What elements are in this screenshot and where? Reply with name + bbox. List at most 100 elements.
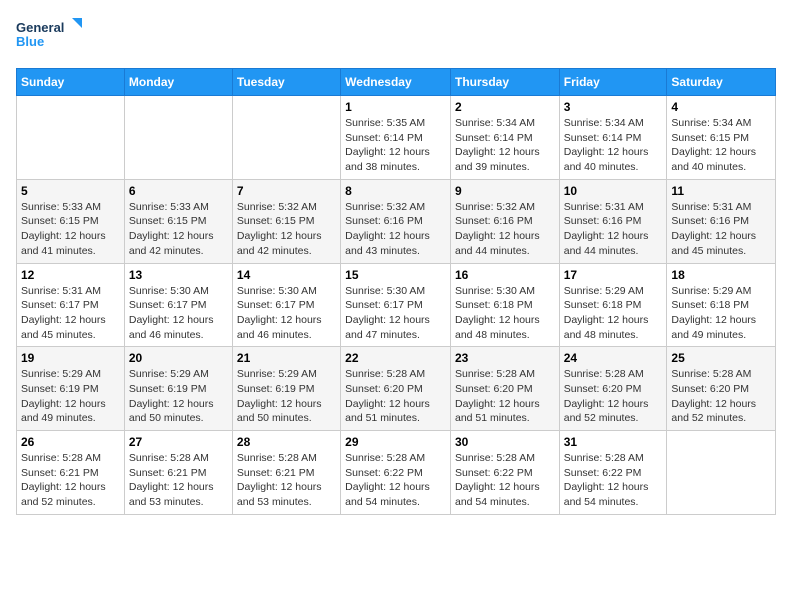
day-number: 18	[671, 268, 771, 282]
calendar-cell: 10 Sunrise: 5:31 AM Sunset: 6:16 PM Dayli…	[559, 179, 667, 263]
calendar-cell: 18 Sunrise: 5:29 AM Sunset: 6:18 PM Dayli…	[667, 263, 776, 347]
day-number: 15	[345, 268, 446, 282]
weekday-header-tuesday: Tuesday	[232, 69, 340, 96]
day-number: 1	[345, 100, 446, 114]
calendar-cell: 23 Sunrise: 5:28 AM Sunset: 6:20 PM Dayli…	[450, 347, 559, 431]
day-number: 21	[237, 351, 336, 365]
day-info: Sunrise: 5:29 AM Sunset: 6:19 PM Dayligh…	[129, 367, 228, 426]
day-number: 13	[129, 268, 228, 282]
calendar-cell: 22Sunrise: 5:28 AM Sunset: 6:20 PM Dayli…	[341, 347, 451, 431]
day-info: Sunrise: 5:28 AM Sunset: 6:20 PM Dayligh…	[564, 367, 663, 426]
day-number: 5	[21, 184, 120, 198]
day-number: 17	[564, 268, 663, 282]
day-number: 3	[564, 100, 663, 114]
day-number: 26	[21, 435, 120, 449]
weekday-header-sunday: Sunday	[17, 69, 125, 96]
calendar-cell	[124, 96, 232, 180]
day-number: 22	[345, 351, 446, 365]
calendar-cell: 29 Sunrise: 5:28 AM Sunset: 6:22 PM Dayli…	[341, 431, 451, 515]
weekday-header-row: SundayMondayTuesdayWednesdayThursdayFrid…	[17, 69, 776, 96]
day-info: Sunrise: 5:34 AM Sunset: 6:14 PM Dayligh…	[564, 116, 663, 175]
calendar-cell: 9Sunrise: 5:32 AM Sunset: 6:16 PM Daylig…	[450, 179, 559, 263]
day-number: 29	[345, 435, 446, 449]
calendar-cell: 5 Sunrise: 5:33 AM Sunset: 6:15 PM Daylig…	[17, 179, 125, 263]
calendar-cell: 4 Sunrise: 5:34 AM Sunset: 6:15 PM Daylig…	[667, 96, 776, 180]
weekday-header-saturday: Saturday	[667, 69, 776, 96]
day-info: Sunrise: 5:32 AM Sunset: 6:16 PM Dayligh…	[345, 200, 446, 259]
calendar-week-5: 26 Sunrise: 5:28 AM Sunset: 6:21 PM Dayli…	[17, 431, 776, 515]
calendar-cell: 2Sunrise: 5:34 AM Sunset: 6:14 PM Daylig…	[450, 96, 559, 180]
weekday-header-friday: Friday	[559, 69, 667, 96]
day-number: 7	[237, 184, 336, 198]
calendar-cell: 17 Sunrise: 5:29 AM Sunset: 6:18 PM Dayli…	[559, 263, 667, 347]
logo-svg: General Blue	[16, 16, 86, 56]
calendar-cell: 27 Sunrise: 5:28 AM Sunset: 6:21 PM Dayli…	[124, 431, 232, 515]
day-info: Sunrise: 5:30 AM Sunset: 6:17 PM Dayligh…	[345, 284, 446, 343]
calendar-cell: 28Sunrise: 5:28 AM Sunset: 6:21 PM Dayli…	[232, 431, 340, 515]
day-number: 27	[129, 435, 228, 449]
day-number: 14	[237, 268, 336, 282]
calendar-cell: 13 Sunrise: 5:30 AM Sunset: 6:17 PM Dayli…	[124, 263, 232, 347]
day-number: 6	[129, 184, 228, 198]
day-info: Sunrise: 5:34 AM Sunset: 6:14 PM Dayligh…	[455, 116, 555, 175]
calendar-cell: 16 Sunrise: 5:30 AM Sunset: 6:18 PM Dayli…	[450, 263, 559, 347]
day-info: Sunrise: 5:33 AM Sunset: 6:15 PM Dayligh…	[21, 200, 120, 259]
calendar-week-4: 19 Sunrise: 5:29 AM Sunset: 6:19 PM Dayli…	[17, 347, 776, 431]
svg-text:Blue: Blue	[16, 34, 44, 49]
day-info: Sunrise: 5:29 AM Sunset: 6:19 PM Dayligh…	[237, 367, 336, 426]
day-number: 19	[21, 351, 120, 365]
weekday-header-wednesday: Wednesday	[341, 69, 451, 96]
day-info: Sunrise: 5:28 AM Sunset: 6:21 PM Dayligh…	[21, 451, 120, 510]
calendar-cell: 21 Sunrise: 5:29 AM Sunset: 6:19 PM Dayli…	[232, 347, 340, 431]
calendar-cell: 1Sunrise: 5:35 AM Sunset: 6:14 PM Daylig…	[341, 96, 451, 180]
day-info: Sunrise: 5:29 AM Sunset: 6:18 PM Dayligh…	[564, 284, 663, 343]
day-info: Sunrise: 5:30 AM Sunset: 6:17 PM Dayligh…	[237, 284, 336, 343]
day-number: 30	[455, 435, 555, 449]
calendar-cell	[17, 96, 125, 180]
calendar-cell: 12Sunrise: 5:31 AM Sunset: 6:17 PM Dayli…	[17, 263, 125, 347]
day-info: Sunrise: 5:31 AM Sunset: 6:16 PM Dayligh…	[564, 200, 663, 259]
logo: General Blue	[16, 16, 86, 56]
day-number: 24	[564, 351, 663, 365]
day-info: Sunrise: 5:32 AM Sunset: 6:16 PM Dayligh…	[455, 200, 555, 259]
day-info: Sunrise: 5:28 AM Sunset: 6:21 PM Dayligh…	[129, 451, 228, 510]
calendar-cell: 3 Sunrise: 5:34 AM Sunset: 6:14 PM Daylig…	[559, 96, 667, 180]
day-number: 10	[564, 184, 663, 198]
calendar-week-3: 12Sunrise: 5:31 AM Sunset: 6:17 PM Dayli…	[17, 263, 776, 347]
day-info: Sunrise: 5:28 AM Sunset: 6:21 PM Dayligh…	[237, 451, 336, 510]
day-info: Sunrise: 5:31 AM Sunset: 6:16 PM Dayligh…	[671, 200, 771, 259]
calendar-cell: 26 Sunrise: 5:28 AM Sunset: 6:21 PM Dayli…	[17, 431, 125, 515]
day-number: 20	[129, 351, 228, 365]
calendar-cell: 11Sunrise: 5:31 AM Sunset: 6:16 PM Dayli…	[667, 179, 776, 263]
day-info: Sunrise: 5:29 AM Sunset: 6:18 PM Dayligh…	[671, 284, 771, 343]
day-info: Sunrise: 5:28 AM Sunset: 6:22 PM Dayligh…	[455, 451, 555, 510]
day-number: 8	[345, 184, 446, 198]
day-number: 25	[671, 351, 771, 365]
day-info: Sunrise: 5:28 AM Sunset: 6:22 PM Dayligh…	[564, 451, 663, 510]
day-info: Sunrise: 5:33 AM Sunset: 6:15 PM Dayligh…	[129, 200, 228, 259]
day-info: Sunrise: 5:28 AM Sunset: 6:20 PM Dayligh…	[455, 367, 555, 426]
calendar-cell: 14 Sunrise: 5:30 AM Sunset: 6:17 PM Dayli…	[232, 263, 340, 347]
calendar-cell: 6 Sunrise: 5:33 AM Sunset: 6:15 PM Daylig…	[124, 179, 232, 263]
day-info: Sunrise: 5:28 AM Sunset: 6:22 PM Dayligh…	[345, 451, 446, 510]
calendar-cell: 19 Sunrise: 5:29 AM Sunset: 6:19 PM Dayli…	[17, 347, 125, 431]
day-number: 12	[21, 268, 120, 282]
day-info: Sunrise: 5:30 AM Sunset: 6:17 PM Dayligh…	[129, 284, 228, 343]
day-number: 16	[455, 268, 555, 282]
calendar-cell: 24 Sunrise: 5:28 AM Sunset: 6:20 PM Dayli…	[559, 347, 667, 431]
calendar-week-2: 5 Sunrise: 5:33 AM Sunset: 6:15 PM Daylig…	[17, 179, 776, 263]
page-header: General Blue	[16, 16, 776, 56]
day-number: 4	[671, 100, 771, 114]
day-info: Sunrise: 5:34 AM Sunset: 6:15 PM Dayligh…	[671, 116, 771, 175]
day-info: Sunrise: 5:29 AM Sunset: 6:19 PM Dayligh…	[21, 367, 120, 426]
calendar-cell: 7 Sunrise: 5:32 AM Sunset: 6:15 PM Daylig…	[232, 179, 340, 263]
day-number: 23	[455, 351, 555, 365]
day-info: Sunrise: 5:30 AM Sunset: 6:18 PM Dayligh…	[455, 284, 555, 343]
calendar-cell: 15 Sunrise: 5:30 AM Sunset: 6:17 PM Dayli…	[341, 263, 451, 347]
calendar-table: SundayMondayTuesdayWednesdayThursdayFrid…	[16, 68, 776, 515]
calendar-cell: 25Sunrise: 5:28 AM Sunset: 6:20 PM Dayli…	[667, 347, 776, 431]
weekday-header-monday: Monday	[124, 69, 232, 96]
weekday-header-thursday: Thursday	[450, 69, 559, 96]
day-info: Sunrise: 5:32 AM Sunset: 6:15 PM Dayligh…	[237, 200, 336, 259]
day-number: 31	[564, 435, 663, 449]
